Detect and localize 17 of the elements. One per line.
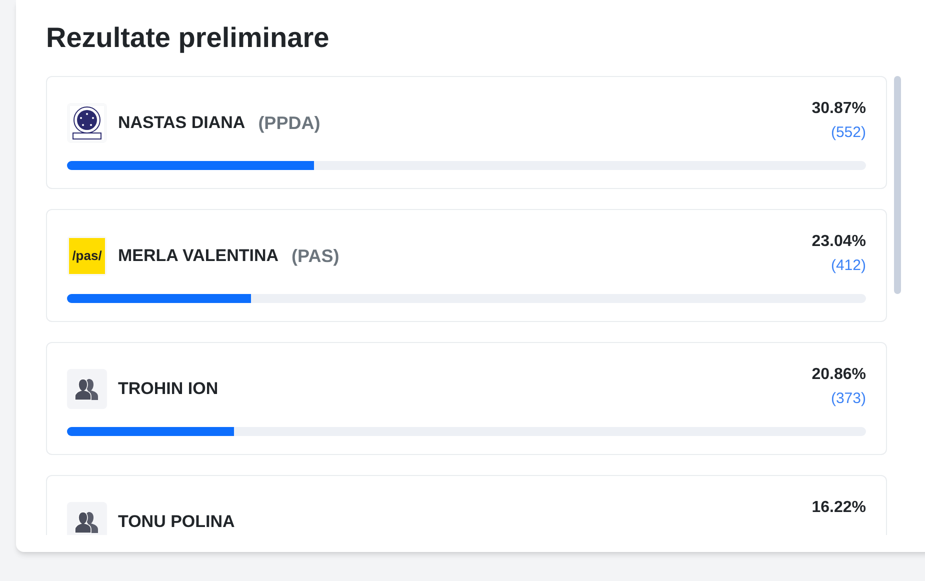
- candidate-name: TONU POLINA: [118, 511, 235, 534]
- scrollbar-thumb[interactable]: [894, 76, 901, 294]
- vote-percentage: 20.86%: [812, 365, 866, 385]
- party-logo: /pas/: [67, 236, 107, 276]
- party-name: (PPDA): [258, 112, 320, 135]
- candidate-name: MERLA VALENTINA: [118, 245, 279, 268]
- vote-percentage: 30.87%: [812, 99, 866, 119]
- vote-count: (552): [830, 123, 866, 143]
- vote-percentage: 16.22%: [812, 498, 866, 518]
- party-name: (PAS): [292, 244, 340, 268]
- vote-percentage: 23.04%: [812, 232, 866, 252]
- vote-count: (412): [830, 256, 866, 276]
- candidate-name: TROHIN ION: [118, 378, 218, 400]
- candidate-name: NASTAS DIANA: [118, 112, 246, 134]
- people-icon: [74, 376, 100, 402]
- vote-count: (373): [830, 389, 866, 409]
- panel-title: Rezultate preliminare: [46, 21, 330, 55]
